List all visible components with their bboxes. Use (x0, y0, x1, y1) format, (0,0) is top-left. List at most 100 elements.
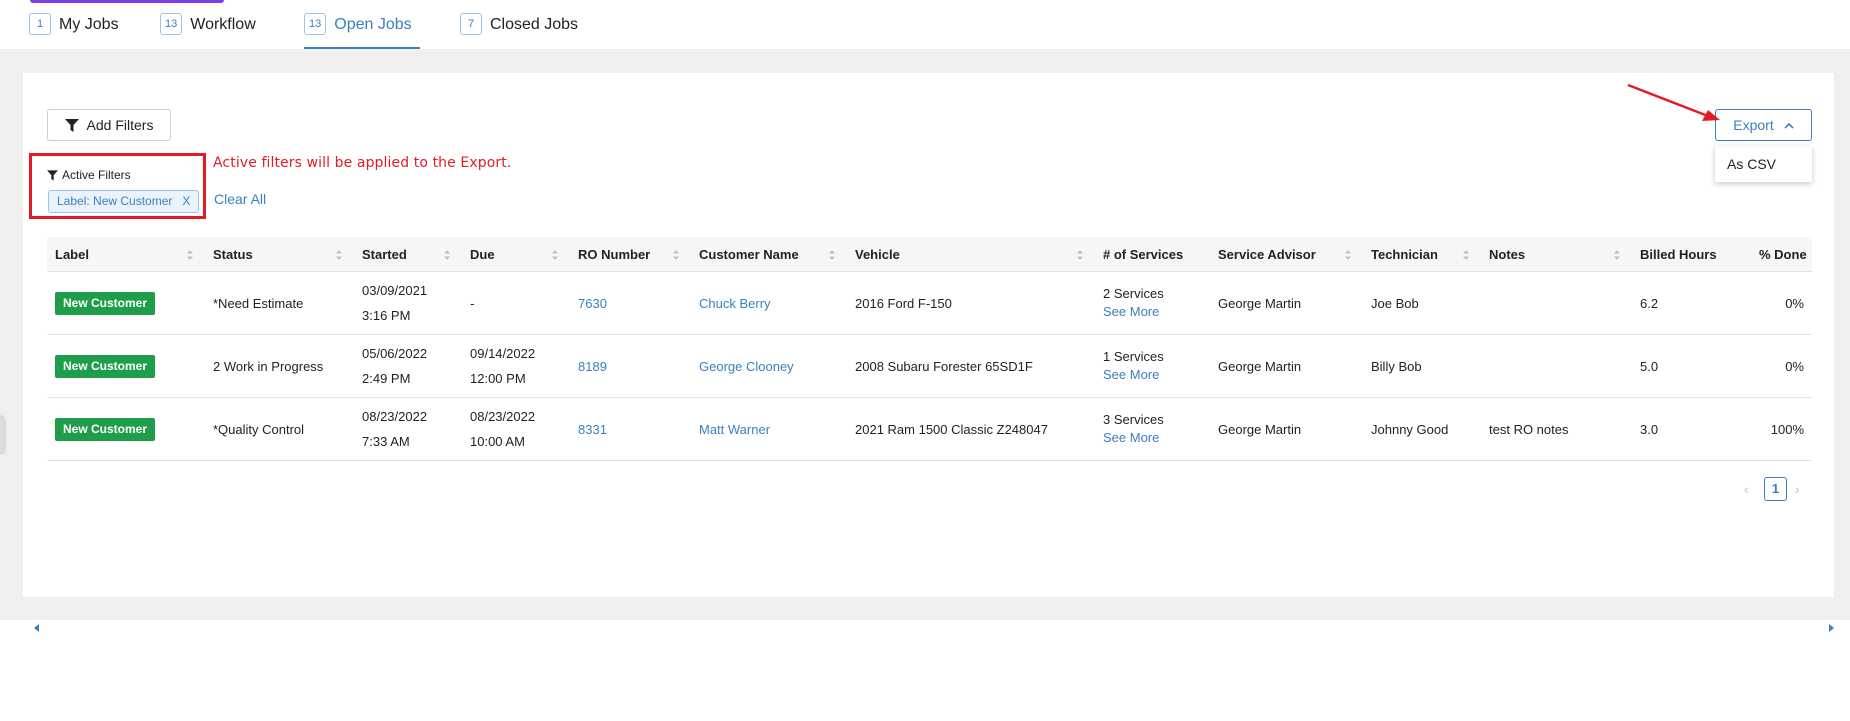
due-time: 12:00 PM (470, 371, 526, 386)
label-badge: New Customer (55, 354, 156, 378)
export-label: Export (1733, 117, 1774, 133)
column-header-customer-name[interactable]: Customer Name (691, 237, 799, 272)
pagination-current-page[interactable]: 1 (1764, 477, 1787, 501)
scroll-right-icon[interactable] (1829, 624, 1834, 632)
column-header-started[interactable]: Started (354, 237, 407, 272)
pagination-next-button[interactable]: › (1795, 481, 1800, 497)
status-cell: *Quality Control (213, 421, 305, 437)
column-header-label[interactable]: Label (47, 237, 89, 272)
clear-all-link[interactable]: Clear All (214, 191, 266, 207)
customer-link[interactable]: Chuck Berry (699, 296, 771, 311)
billed-hours-cell: 6.2 (1640, 295, 1659, 311)
percent-done-cell: 100% (1770, 421, 1804, 437)
see-more-link[interactable]: See More (1103, 303, 1164, 321)
sort-icon[interactable] (672, 249, 680, 261)
sort-icon[interactable] (335, 249, 343, 261)
sort-icon[interactable] (186, 249, 194, 261)
table-row[interactable]: New Customer *Quality Control 08/23/2022… (47, 398, 1812, 461)
services-cell: 3 Services See More (1095, 398, 1164, 460)
filter-chip-label: Label: New Customer (57, 194, 173, 208)
due-cell: - (462, 272, 474, 334)
filter-chip[interactable]: Label: New Customer X (48, 190, 200, 213)
tab-my-jobs[interactable]: 1 My Jobs (29, 13, 119, 49)
active-filters-title: Active Filters (47, 168, 131, 182)
vehicle-cell: 2021 Ram 1500 Classic Z248047 (855, 421, 1048, 437)
sort-icon[interactable] (551, 249, 559, 261)
sort-icon[interactable] (1462, 249, 1470, 261)
billed-hours-cell: 5.0 (1640, 358, 1659, 374)
ro-number-link[interactable]: 8331 (578, 422, 607, 437)
tab-label: Workflow (190, 16, 256, 33)
sort-icon[interactable] (1344, 249, 1352, 261)
started-time: 3:16 PM (362, 308, 411, 323)
due-date: 08/23/2022 (470, 409, 536, 424)
started-date: 03/09/2021 (362, 283, 428, 298)
started-cell: 03/09/2021 3:16 PM (354, 272, 427, 334)
table-row[interactable]: New Customer *Need Estimate 03/09/2021 3… (47, 272, 1812, 335)
ro-number-link[interactable]: 8189 (578, 359, 607, 374)
see-more-link[interactable]: See More (1103, 366, 1164, 384)
column-header-notes[interactable]: Notes (1481, 237, 1525, 272)
vehicle-cell: 2016 Ford F-150 (855, 295, 952, 311)
active-filters-label: Active Filters (62, 168, 131, 182)
add-filters-button[interactable]: Add Filters (47, 109, 171, 141)
tab-label: My Jobs (59, 16, 119, 33)
sort-icon[interactable] (443, 249, 451, 261)
side-drawer-handle[interactable] (0, 415, 6, 455)
column-header-technician[interactable]: Technician (1363, 237, 1438, 272)
scroll-left-icon[interactable] (34, 624, 39, 632)
column-header-vehicle[interactable]: Vehicle (847, 237, 900, 272)
status-cell: 2 Work in Progress (213, 358, 324, 374)
pagination-prev-button[interactable]: ‹ (1744, 481, 1749, 497)
due-cell: 09/14/2022 12:00 PM (462, 335, 535, 397)
notes-cell (1481, 335, 1489, 397)
tab-count-badge: 13 (160, 13, 183, 35)
tab-workflow[interactable]: 13 Workflow (160, 13, 256, 49)
close-icon[interactable]: X (182, 191, 190, 212)
column-header-billed-hours: Billed Hours (1640, 247, 1717, 262)
column-header-status[interactable]: Status (205, 237, 253, 272)
advisor-cell: George Martin (1218, 295, 1302, 311)
top-tab-bar: 1 My Jobs 13 Workflow 13 Open Jobs 7 Clo… (0, 0, 1850, 49)
chevron-up-icon (1784, 122, 1794, 129)
services-count: 1 Services (1103, 349, 1164, 364)
tab-open-jobs[interactable]: 13 Open Jobs (304, 13, 420, 49)
services-count: 2 Services (1103, 286, 1164, 301)
vehicle-cell: 2008 Subaru Forester 65SD1F (855, 358, 1033, 374)
notes-cell (1481, 272, 1489, 334)
sort-icon[interactable] (1076, 249, 1084, 261)
advisor-cell: George Martin (1218, 358, 1302, 374)
due-date: - (470, 295, 475, 311)
export-button[interactable]: Export (1715, 109, 1812, 141)
tab-label: Open Jobs (334, 16, 412, 33)
started-cell: 05/06/2022 2:49 PM (354, 335, 427, 397)
technician-cell: Johnny Good (1371, 421, 1449, 437)
see-more-link[interactable]: See More (1103, 429, 1164, 447)
ro-number-link[interactable]: 7630 (578, 296, 607, 311)
started-time: 7:33 AM (362, 434, 410, 449)
label-badge: New Customer (55, 417, 156, 441)
sort-icon[interactable] (828, 249, 836, 261)
export-csv-option[interactable]: As CSV (1715, 146, 1812, 182)
table-header: Label Status Started Due RO Number Custo… (47, 237, 1812, 272)
tab-closed-jobs[interactable]: 7 Closed Jobs (460, 13, 578, 49)
column-header-service-advisor[interactable]: Service Advisor (1210, 237, 1316, 272)
started-date: 05/06/2022 (362, 346, 428, 361)
filter-icon (64, 118, 79, 132)
customer-link[interactable]: George Clooney (699, 359, 794, 374)
label-badge: New Customer (55, 291, 156, 315)
due-time: 10:00 AM (470, 434, 525, 449)
column-header-due[interactable]: Due (462, 237, 495, 272)
brand-accent-strip (30, 0, 224, 3)
tab-count-badge: 13 (304, 13, 327, 35)
table-row[interactable]: New Customer 2 Work in Progress 05/06/20… (47, 335, 1812, 398)
column-header-ro-number[interactable]: RO Number (570, 237, 650, 272)
customer-link[interactable]: Matt Warner (699, 422, 770, 437)
column-header-percent-done: % Done (1759, 247, 1807, 262)
advisor-cell: George Martin (1218, 421, 1302, 437)
status-cell: *Need Estimate (213, 295, 304, 311)
due-cell: 08/23/2022 10:00 AM (462, 398, 535, 460)
sort-icon[interactable] (1613, 249, 1621, 261)
percent-done-cell: 0% (1785, 358, 1804, 374)
due-date: 09/14/2022 (470, 346, 536, 361)
